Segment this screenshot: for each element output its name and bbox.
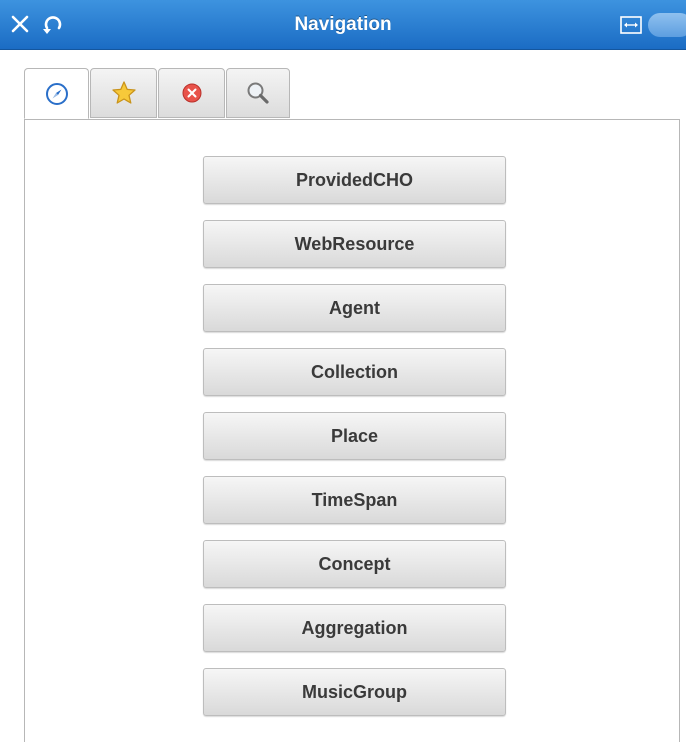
- navigation-window: Navigation ProvidedCHO WebResource Agent…: [0, 0, 686, 742]
- class-button-list: ProvidedCHO WebResource Agent Collection…: [203, 156, 506, 732]
- search-icon: [247, 82, 269, 104]
- agent-button[interactable]: Agent: [203, 284, 506, 332]
- musicgroup-button[interactable]: MusicGroup: [203, 668, 506, 716]
- providedcho-button[interactable]: ProvidedCHO: [203, 156, 506, 204]
- title-bar: Navigation: [0, 0, 686, 50]
- tab-search[interactable]: [226, 68, 290, 118]
- resize-icon[interactable]: [620, 15, 642, 35]
- toggle-switch[interactable]: [648, 13, 686, 37]
- timespan-button[interactable]: TimeSpan: [203, 476, 506, 524]
- collection-button[interactable]: Collection: [203, 348, 506, 396]
- tab-errors[interactable]: [158, 68, 225, 118]
- star-icon: [111, 81, 136, 104]
- tab-navigation[interactable]: [24, 68, 89, 119]
- compass-icon: [45, 82, 68, 105]
- navigation-panel: ProvidedCHO WebResource Agent Collection…: [24, 119, 680, 742]
- window-title: Navigation: [294, 14, 392, 35]
- place-button[interactable]: Place: [203, 412, 506, 460]
- webresource-button[interactable]: WebResource: [203, 220, 506, 268]
- aggregation-button[interactable]: Aggregation: [203, 604, 506, 652]
- concept-button[interactable]: Concept: [203, 540, 506, 588]
- tab-favorites[interactable]: [90, 68, 157, 118]
- error-icon: [182, 83, 201, 103]
